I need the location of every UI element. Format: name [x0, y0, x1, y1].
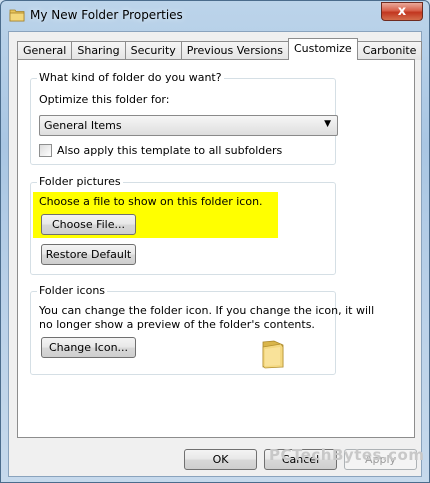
folder-type-group: What kind of folder do you want? Optimiz… — [30, 71, 338, 165]
change-icon-button[interactable]: Change Icon... — [41, 337, 136, 358]
folder-icon — [9, 9, 25, 22]
window-title: My New Folder Properties — [30, 8, 183, 22]
tab-sharing[interactable]: Sharing — [71, 41, 126, 60]
tab-general[interactable]: General — [17, 41, 73, 60]
folder-icons-description-line1: You can change the folder icon. If you c… — [39, 304, 375, 317]
close-icon: x — [397, 4, 407, 19]
folder-pictures-group: Folder pictures Choose a file to show on… — [30, 175, 336, 275]
customize-panel: What kind of folder do you want? Optimiz… — [17, 59, 424, 464]
watermark: PCTechBytes.com — [269, 446, 425, 464]
folder-pictures-instruction: Choose a file to show on this folder ico… — [39, 195, 263, 208]
folder-icons-title: Folder icons — [37, 284, 108, 297]
dialog-body: General Sharing Security Previous Versio… — [8, 31, 424, 477]
folder-icons-group: Folder icons You can change the folder i… — [30, 284, 374, 375]
tab-previous-versions[interactable]: Previous Versions — [180, 41, 289, 60]
folder-icons-description-line2: no longer show a preview of the folder's… — [39, 318, 315, 331]
restore-default-button[interactable]: Restore Default — [41, 244, 136, 265]
folder-icon — [262, 340, 284, 369]
folder-type-title: What kind of folder do you want? — [37, 71, 224, 84]
close-button[interactable]: x — [381, 2, 423, 21]
properties-dialog: My New Folder Properties x General Shari… — [0, 0, 430, 483]
tab-security[interactable]: Security — [124, 41, 182, 60]
title-bar[interactable]: My New Folder Properties x — [1, 1, 429, 31]
choose-file-button[interactable]: Choose File... — [41, 214, 136, 235]
optimize-select-value: General Items — [44, 119, 122, 132]
folder-pictures-title: Folder pictures — [37, 175, 123, 188]
tab-strip: General Sharing Security Previous Versio… — [17, 38, 423, 60]
apply-subfolders-label: Also apply this template to all subfolde… — [57, 144, 283, 157]
chevron-down-icon: ▼ — [324, 119, 331, 129]
optimize-label: Optimize this folder for: — [39, 93, 170, 106]
optimize-select[interactable]: General Items ▼ — [39, 115, 338, 136]
tab-carbonite[interactable]: Carbonite — [356, 41, 423, 60]
apply-subfolders-checkbox[interactable] — [39, 144, 52, 157]
tab-customize[interactable]: Customize — [287, 38, 358, 60]
ok-button[interactable]: OK — [184, 449, 257, 470]
